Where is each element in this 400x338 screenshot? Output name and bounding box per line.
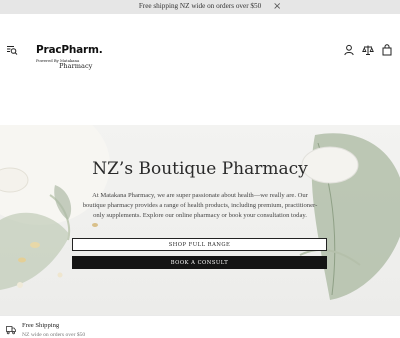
cart-icon[interactable]	[381, 44, 393, 56]
feature-strip: Free Shipping NZ wide on orders over $50	[0, 315, 400, 338]
compare-icon[interactable]	[362, 44, 374, 56]
site-logo[interactable]: PracPharm. Powered By Matakana Pharmacy	[36, 44, 103, 84]
site-header: PracPharm. Powered By Matakana Pharmacy	[0, 14, 400, 125]
book-consult-button[interactable]: BOOK A CONSULT	[72, 256, 327, 269]
announcement-text: Free shipping NZ wide on orders over $50	[138, 2, 262, 10]
announcement-bar: Free shipping NZ wide on orders over $50…	[0, 0, 400, 14]
feature-title: Free Shipping	[22, 322, 60, 329]
hero-section: NZ’s Boutique Pharmacy At Matakana Pharm…	[0, 125, 400, 315]
feature-subtitle: NZ wide on orders over $50	[22, 332, 86, 338]
truck-icon	[6, 326, 16, 335]
account-icon[interactable]	[343, 44, 355, 56]
shop-full-range-button[interactable]: SHOP FULL RANGE	[72, 238, 327, 251]
menu-search-icon[interactable]	[6, 44, 18, 56]
hero-copy: At Matakana Pharmacy, we are super passi…	[82, 192, 318, 219]
hero-title: NZ’s Boutique Pharmacy	[92, 159, 308, 179]
logo-pharmacy-text: Pharmacy	[59, 62, 93, 70]
logo-main-text: PracPharm.	[36, 44, 103, 56]
announcement-close-icon[interactable]: ×	[273, 1, 281, 12]
